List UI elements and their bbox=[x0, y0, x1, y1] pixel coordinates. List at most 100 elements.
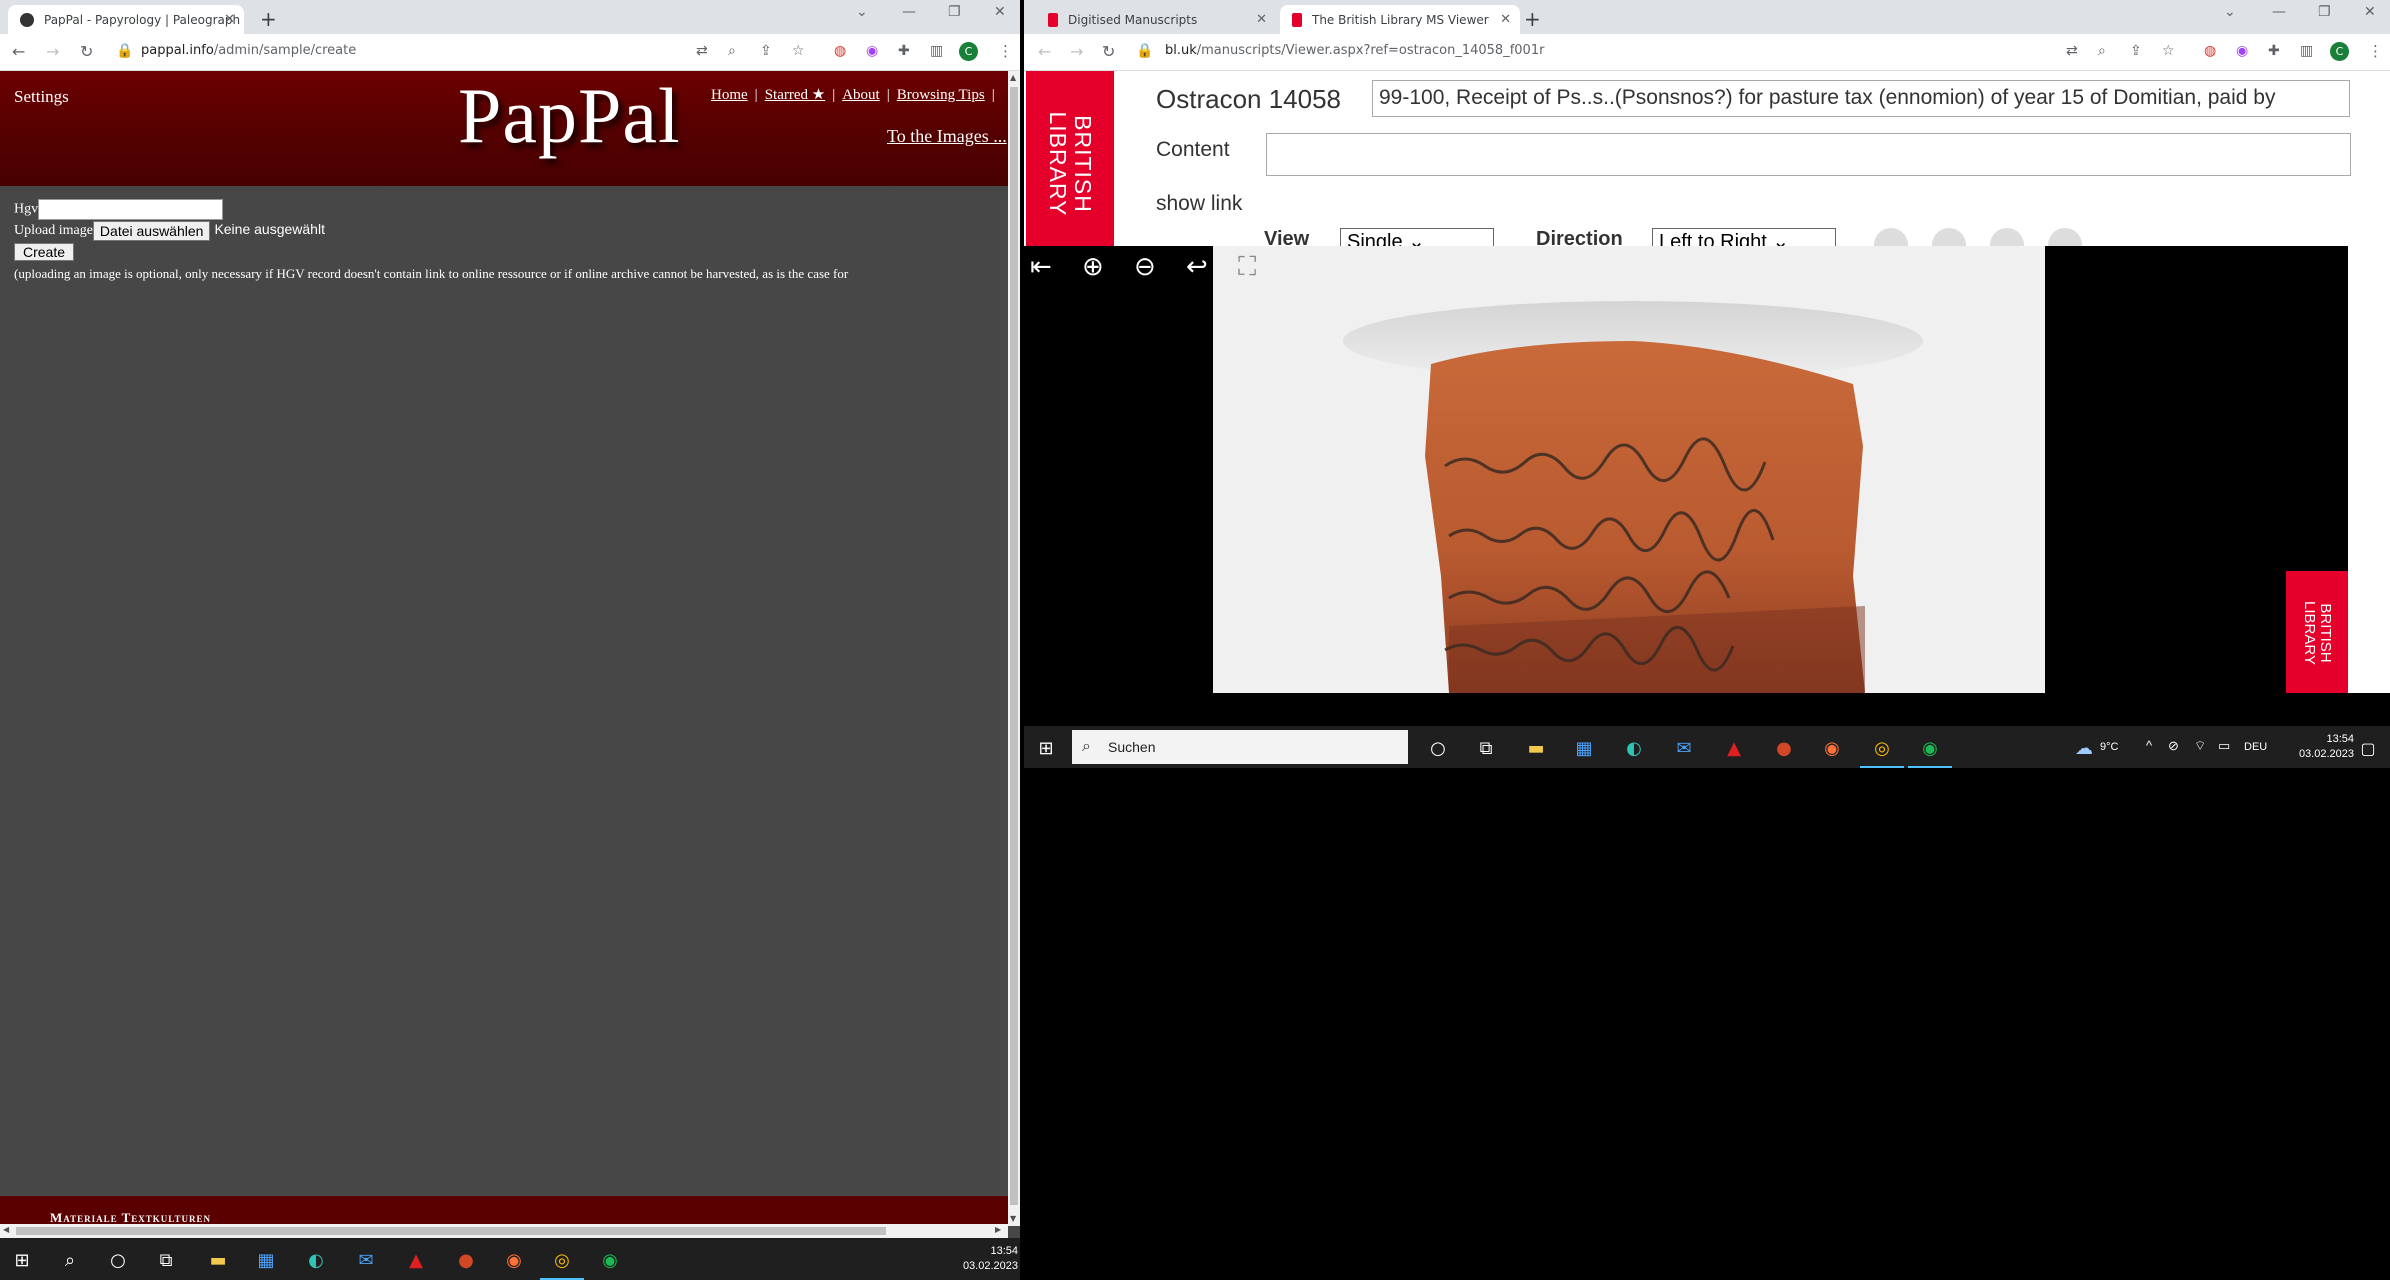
tab-search-icon[interactable]: ⌄ bbox=[2224, 4, 2236, 20]
search-icon[interactable]: ⌕ bbox=[58, 1248, 82, 1272]
bookmark-star-icon[interactable]: ☆ bbox=[792, 43, 805, 59]
clock[interactable]: 13:54 03.02.2023 bbox=[940, 1244, 1018, 1274]
nav-home[interactable]: Home bbox=[711, 87, 748, 103]
choose-file-button[interactable]: Datei auswählen bbox=[92, 221, 211, 241]
network-icon[interactable]: ⊘ bbox=[2168, 738, 2179, 753]
powerpoint-icon[interactable]: ● bbox=[1772, 736, 1796, 760]
tab-pappal[interactable]: PapPal - Papyrology | Paleograph ✕ bbox=[8, 5, 244, 34]
reload-icon[interactable]: ↻ bbox=[80, 42, 93, 61]
image-viewer[interactable]: ⇤ ⊕ ⊖ ↩ ⛶ BRITISH LIBRARY bbox=[1024, 246, 2348, 693]
previous-page-icon[interactable] bbox=[1932, 228, 1966, 246]
close-window-icon[interactable]: ✕ bbox=[994, 4, 1006, 20]
fullscreen-icon[interactable]: ⛶ bbox=[1238, 252, 1256, 283]
mail-icon[interactable]: ✉ bbox=[354, 1248, 378, 1272]
bookmark-star-icon[interactable]: ☆ bbox=[2162, 43, 2175, 59]
home-view-icon[interactable]: ⇤ bbox=[1030, 252, 1052, 282]
forward-icon[interactable]: → bbox=[1070, 42, 1083, 61]
rotate-icon[interactable]: ↩ bbox=[1186, 252, 1208, 282]
battery-icon[interactable]: ▭ bbox=[2218, 738, 2230, 753]
settings-link[interactable]: Settings bbox=[14, 87, 69, 107]
show-hidden-icons-icon[interactable]: ^ bbox=[2146, 738, 2152, 753]
show-link[interactable]: show link bbox=[1156, 192, 1242, 216]
next-page-icon[interactable] bbox=[1990, 228, 2024, 246]
wifi-icon[interactable]: ⌔ bbox=[2194, 738, 2206, 753]
edge-icon[interactable]: ◐ bbox=[1622, 736, 1646, 760]
chrome-icon[interactable]: ◎ bbox=[1870, 736, 1894, 760]
address-bar[interactable]: pappal.info/admin/sample/create bbox=[141, 43, 356, 58]
translate-icon[interactable]: ⇄ bbox=[696, 43, 708, 59]
zoom-in-icon[interactable]: ⊕ bbox=[1082, 252, 1104, 282]
task-view-icon[interactable]: ⧉ bbox=[154, 1248, 178, 1272]
translate-icon[interactable]: ⇄ bbox=[2066, 43, 2078, 59]
menu-icon[interactable]: ⋮ bbox=[2368, 42, 2383, 60]
minimize-icon[interactable]: — bbox=[902, 4, 916, 20]
pappal-logo[interactable]: PapPal bbox=[458, 71, 681, 161]
extension-icon[interactable]: ◉ bbox=[866, 43, 878, 59]
back-icon[interactable]: ← bbox=[1038, 42, 1051, 61]
lock-icon[interactable]: 🔒 bbox=[116, 43, 133, 59]
close-window-icon[interactable]: ✕ bbox=[2364, 4, 2376, 20]
zoom-icon[interactable]: ⌕ bbox=[728, 43, 736, 59]
share-icon[interactable]: ⇪ bbox=[2130, 43, 2142, 59]
new-tab-icon[interactable]: + bbox=[1524, 7, 1541, 31]
tab-search-icon[interactable]: ⌄ bbox=[856, 4, 868, 20]
mail-icon[interactable]: ✉ bbox=[1672, 736, 1696, 760]
acrobat-icon[interactable]: ▲ bbox=[1722, 736, 1746, 760]
close-tab-icon[interactable]: ✕ bbox=[1500, 12, 1511, 27]
restore-icon[interactable]: ❐ bbox=[2318, 4, 2331, 20]
hgv-input[interactable] bbox=[38, 199, 224, 220]
last-page-icon[interactable] bbox=[2048, 228, 2082, 246]
spotify-icon[interactable]: ◉ bbox=[1918, 736, 1942, 760]
extension-icon[interactable]: ◉ bbox=[2236, 43, 2248, 59]
clock[interactable]: 13:54 03.02.2023 bbox=[2272, 732, 2354, 762]
close-tab-icon[interactable]: ✕ bbox=[1256, 12, 1267, 27]
forward-icon[interactable]: → bbox=[46, 42, 59, 61]
windows-start-icon[interactable]: ⊞ bbox=[10, 1248, 34, 1272]
extensions-puzzle-icon[interactable]: ✚ bbox=[2268, 43, 2280, 59]
zoom-icon[interactable]: ⌕ bbox=[2098, 43, 2106, 59]
notifications-icon[interactable]: ▢ bbox=[2356, 736, 2380, 760]
lock-icon[interactable]: 🔒 bbox=[1136, 43, 1153, 59]
task-view-icon[interactable]: ⧉ bbox=[1474, 736, 1498, 760]
scroll-down-icon[interactable]: ▼ bbox=[1010, 1214, 1016, 1223]
extension-icon[interactable]: ◍ bbox=[834, 43, 846, 59]
minimize-icon[interactable]: — bbox=[2272, 4, 2286, 20]
weather-icon[interactable]: ☁ bbox=[2072, 736, 2096, 760]
vertical-scrollbar[interactable]: ▲ ▼ bbox=[1008, 71, 1020, 1226]
nav-browsing-tips[interactable]: Browsing Tips bbox=[897, 87, 985, 103]
cortana-icon[interactable]: ○ bbox=[106, 1248, 130, 1272]
chrome-icon[interactable]: ◎ bbox=[550, 1248, 574, 1272]
file-explorer-icon[interactable]: ▬ bbox=[1524, 736, 1548, 760]
direction-select[interactable]: Left to Right ⌄ bbox=[1652, 228, 1836, 246]
spotify-icon[interactable]: ◉ bbox=[598, 1248, 622, 1272]
cortana-icon[interactable]: ○ bbox=[1426, 736, 1450, 760]
acrobat-icon[interactable]: ▲ bbox=[404, 1248, 428, 1272]
menu-icon[interactable]: ⋮ bbox=[998, 42, 1013, 60]
horizontal-scrollbar[interactable]: ◀ ▶ bbox=[0, 1224, 1008, 1238]
scroll-up-icon[interactable]: ▲ bbox=[1010, 73, 1016, 82]
firefox-icon[interactable]: ◉ bbox=[502, 1248, 526, 1272]
back-icon[interactable]: ← bbox=[12, 42, 25, 61]
tab-digitised-manuscripts[interactable]: Digitised Manuscripts ✕ bbox=[1036, 5, 1276, 34]
nav-about[interactable]: About bbox=[842, 87, 880, 103]
extensions-puzzle-icon[interactable]: ✚ bbox=[898, 43, 910, 59]
profile-avatar[interactable]: C bbox=[959, 42, 978, 61]
reload-icon[interactable]: ↻ bbox=[1102, 42, 1115, 61]
firefox-icon[interactable]: ◉ bbox=[1820, 736, 1844, 760]
store-icon[interactable]: ▦ bbox=[1572, 736, 1596, 760]
file-explorer-icon[interactable]: ▬ bbox=[206, 1248, 230, 1272]
weather-temp[interactable]: 9°C bbox=[2100, 740, 2118, 755]
close-tab-icon[interactable]: ✕ bbox=[224, 12, 235, 27]
scroll-left-icon[interactable]: ◀ bbox=[3, 1225, 9, 1234]
view-select[interactable]: Single ⌄ bbox=[1340, 228, 1494, 246]
content-field[interactable] bbox=[1266, 133, 2351, 176]
edge-icon[interactable]: ◐ bbox=[304, 1248, 328, 1272]
language-indicator[interactable]: DEU bbox=[2244, 740, 2267, 755]
zoom-out-icon[interactable]: ⊖ bbox=[1134, 252, 1156, 282]
create-button[interactable]: Create bbox=[14, 243, 75, 261]
new-tab-icon[interactable]: + bbox=[260, 7, 277, 31]
side-panel-icon[interactable]: ▥ bbox=[930, 43, 943, 59]
address-bar[interactable]: bl.uk/manuscripts/Viewer.aspx?ref=ostrac… bbox=[1165, 43, 1544, 58]
taskbar-search[interactable]: ⌕ Suchen bbox=[1072, 730, 1408, 764]
scrollbar-thumb[interactable] bbox=[1010, 87, 1018, 1205]
